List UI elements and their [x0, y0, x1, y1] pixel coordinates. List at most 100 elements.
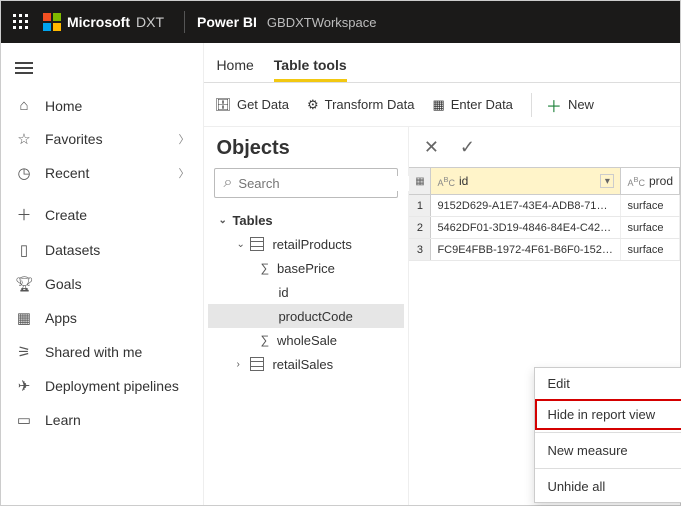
tree-label: retailSales	[272, 357, 333, 372]
rocket-icon: ✈︎	[15, 377, 33, 395]
row-number: 1	[409, 195, 431, 216]
nav-home[interactable]: ⌂ Home	[1, 89, 203, 122]
clock-icon: ◷	[15, 164, 33, 182]
row-number: 3	[409, 239, 431, 260]
table-row[interactable]: 3FC9E4FBB-1972-4F61-B6F0-15282C...surfac…	[409, 239, 680, 261]
book-icon: ▭	[15, 411, 33, 429]
column-label: prod	[649, 174, 673, 188]
chevron-right-icon: 〉	[178, 165, 189, 181]
nav-label: Home	[45, 98, 82, 114]
nav-label: Favorites	[45, 131, 103, 147]
table-row[interactable]: 19152D629-A1E7-43E4-ADB8-71CB2...surface	[409, 195, 680, 217]
app-launcher-icon[interactable]	[7, 8, 35, 36]
cell-prod: surface	[621, 217, 680, 238]
tree-label: id	[278, 285, 288, 300]
search-box[interactable]: ⌕	[214, 168, 398, 198]
nav-datasets[interactable]: ▯ Datasets	[1, 233, 203, 267]
tree-label: Tables	[232, 213, 272, 228]
nav-recent[interactable]: ◷ Recent 〉	[1, 156, 203, 190]
apps-icon: ▦	[15, 309, 33, 327]
nav-label: Shared with me	[45, 344, 142, 360]
divider	[184, 11, 185, 33]
confirm-button[interactable]: ✓	[453, 133, 481, 161]
transform-icon: ⚙︎	[307, 97, 319, 113]
divider	[535, 468, 681, 469]
cell-id: 9152D629-A1E7-43E4-ADB8-71CB2...	[431, 195, 621, 216]
ctx-edit[interactable]: Edit	[535, 368, 681, 399]
nav-pipelines[interactable]: ✈︎ Deployment pipelines	[1, 369, 203, 403]
trophy-icon: 🏆︎	[15, 275, 33, 293]
field-productcode[interactable]: productCode	[208, 304, 404, 328]
tab-table-tools[interactable]: Table tools	[274, 57, 347, 82]
cell-id: 5462DF01-3D19-4846-84E4-C42681...	[431, 217, 621, 238]
nav-create[interactable]: ＋ Create	[1, 196, 203, 233]
menu-toggle-icon[interactable]	[1, 53, 203, 83]
table-icon	[250, 357, 264, 371]
tables-group[interactable]: ⌄Tables	[208, 208, 404, 232]
sigma-icon: ∑	[260, 333, 269, 347]
column-label: id	[459, 174, 468, 188]
nav-learn[interactable]: ▭ Learn	[1, 403, 203, 437]
button-label: New	[568, 97, 594, 112]
table-row[interactable]: 25462DF01-3D19-4846-84E4-C42681...surfac…	[409, 217, 680, 239]
nav-label: Create	[45, 207, 87, 223]
nav-apps[interactable]: ▦ Apps	[1, 301, 203, 335]
row-number: 2	[409, 217, 431, 238]
nav-label: Recent	[45, 165, 89, 181]
field-baseprice[interactable]: ∑ basePrice	[208, 256, 404, 280]
cell-id: FC9E4FBB-1972-4F61-B6F0-15282C...	[431, 239, 621, 260]
column-header-id[interactable]: ABC id ▾	[431, 168, 621, 194]
enter-data-button[interactable]: ▦ Enter Data	[432, 97, 512, 113]
chevron-right-icon: ›	[236, 359, 246, 370]
tree-label: retailProducts	[272, 237, 351, 252]
datatype-text-icon: ABC	[437, 175, 455, 188]
ctx-new-measure[interactable]: New measure	[535, 435, 681, 466]
star-icon: ☆	[15, 130, 33, 148]
table-icon	[250, 237, 264, 251]
nav-label: Deployment pipelines	[45, 378, 179, 394]
home-icon: ⌂	[15, 97, 33, 114]
objects-heading: Objects	[204, 127, 408, 166]
table-retailsales[interactable]: › retailSales	[208, 352, 404, 376]
button-label: Enter Data	[451, 97, 513, 112]
context-menu: Edit Hide in report view New measure Unh…	[534, 367, 681, 503]
brand-suffix: DXT	[136, 14, 164, 30]
microsoft-logo: Microsoft DXT	[43, 13, 164, 31]
product-name: Power BI	[197, 14, 257, 30]
nav-label: Datasets	[45, 242, 100, 258]
divider	[535, 432, 681, 433]
tab-home[interactable]: Home	[216, 57, 253, 82]
nav-favorites[interactable]: ☆Favorites〉	[1, 122, 203, 156]
cell-prod: surface	[621, 195, 680, 216]
brand-text: Microsoft	[67, 14, 130, 30]
workspace-name: GBDXTWorkspace	[267, 15, 377, 30]
nav-shared[interactable]: ⚞ Shared with me	[1, 335, 203, 369]
column-dropdown-icon[interactable]: ▾	[600, 174, 614, 188]
table-icon: ▦	[432, 97, 444, 113]
cancel-button[interactable]: ✕	[417, 133, 445, 161]
nav-label: Learn	[45, 412, 81, 428]
tree-label: basePrice	[277, 261, 335, 276]
plus-icon: ＋	[15, 204, 33, 225]
transform-data-button[interactable]: ⚙︎Transform Data	[307, 97, 414, 113]
ctx-hide-in-report-view[interactable]: Hide in report view	[535, 399, 681, 430]
column-header-prod[interactable]: ABC prod	[621, 168, 680, 194]
new-button[interactable]: ＋ New	[531, 93, 594, 117]
field-wholesale[interactable]: ∑wholeSale	[208, 328, 404, 352]
sigma-icon: ∑	[260, 261, 269, 275]
nav-label: Apps	[45, 310, 77, 326]
check-icon: ✓	[460, 137, 475, 158]
ctx-unhide-all[interactable]: Unhide all	[535, 471, 681, 502]
field-id[interactable]: id	[208, 280, 404, 304]
people-icon: ⚞	[15, 343, 33, 361]
table-icon: ▦	[409, 168, 430, 194]
get-data-button[interactable]: 🗄︎Get Data	[214, 97, 289, 113]
search-input[interactable]	[238, 176, 414, 191]
table-retailproducts[interactable]: ⌄ retailProducts	[208, 232, 404, 256]
nav-goals[interactable]: 🏆︎Goals	[1, 267, 203, 301]
chevron-down-icon: ⌄	[236, 239, 246, 250]
plus-icon: ＋	[546, 93, 562, 117]
tree-label: productCode	[278, 309, 352, 324]
row-header-corner: ▦	[409, 168, 431, 194]
datasets-icon: ▯	[15, 241, 33, 259]
